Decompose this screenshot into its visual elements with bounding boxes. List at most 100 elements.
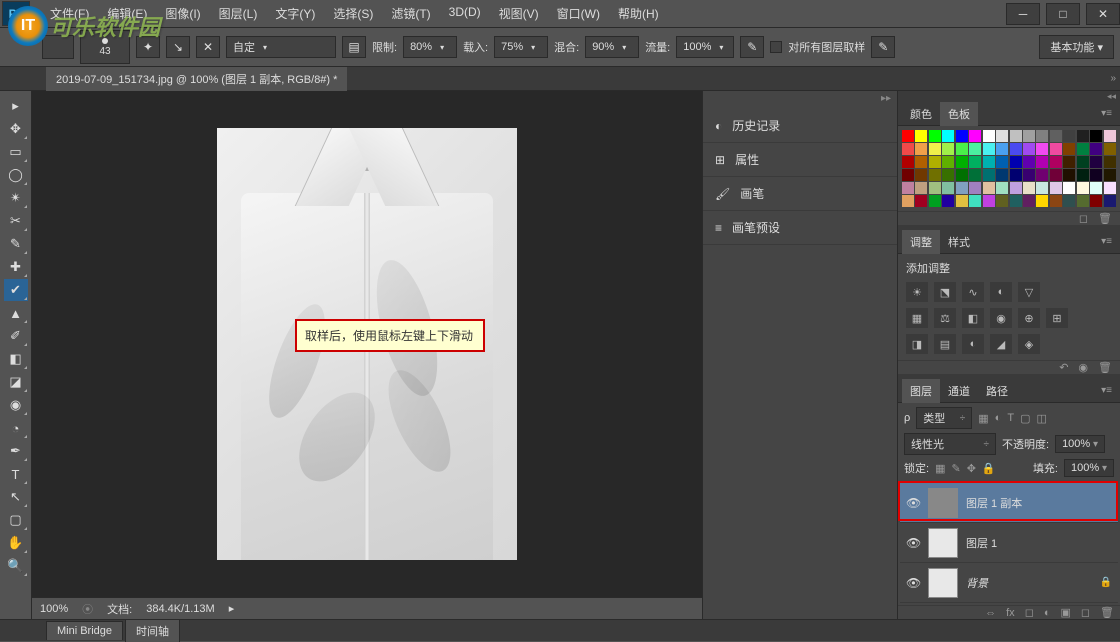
channels-tab[interactable]: 通道	[940, 379, 978, 403]
swatch-color[interactable]	[915, 195, 927, 207]
swatch-color[interactable]	[929, 182, 941, 194]
swatch-color[interactable]	[996, 169, 1008, 181]
swatch-color[interactable]	[942, 169, 954, 181]
swatch-color[interactable]	[1050, 182, 1062, 194]
adj-back-icon[interactable]: ↶	[1059, 361, 1068, 374]
eyedropper-tool[interactable]: ✎	[4, 233, 28, 255]
fx-icon[interactable]: fx	[1006, 607, 1015, 619]
menu-select[interactable]: 选择(S)	[325, 1, 381, 26]
blur-tool[interactable]: ◉	[4, 394, 28, 416]
stamp-tool[interactable]: ▲	[4, 302, 28, 324]
close-button[interactable]: ✕	[1086, 3, 1120, 25]
heal-tool[interactable]: ✚	[4, 256, 28, 278]
wand-tool[interactable]: ✴	[4, 187, 28, 209]
swatch-color[interactable]	[1023, 156, 1035, 168]
swatch-color[interactable]	[929, 195, 941, 207]
swatch-color[interactable]	[902, 156, 914, 168]
load-brush-button[interactable]: ↘	[166, 36, 190, 58]
swatches-menu-icon[interactable]: ▾≡	[1097, 106, 1116, 121]
swatch-color[interactable]	[996, 182, 1008, 194]
swatch-color[interactable]	[969, 143, 981, 155]
swatch-color[interactable]	[1104, 130, 1116, 142]
swatch-color[interactable]	[969, 182, 981, 194]
adj-vibrance-icon[interactable]: ▽	[1018, 282, 1040, 302]
lock-trans-icon[interactable]: ▦	[935, 462, 945, 475]
swatch-color[interactable]	[983, 169, 995, 181]
lock-all-icon[interactable]: 🔒	[982, 462, 996, 475]
swatch-color[interactable]	[983, 182, 995, 194]
crop-tool[interactable]: ✂	[4, 210, 28, 232]
swatch-color[interactable]	[996, 143, 1008, 155]
swatch-color[interactable]	[969, 195, 981, 207]
swatch-color[interactable]	[942, 143, 954, 155]
swatch-color[interactable]	[1010, 130, 1022, 142]
layer-thumbnail[interactable]	[928, 488, 958, 518]
adjust-tab[interactable]: 调整	[902, 230, 940, 254]
visibility-icon[interactable]: 👁	[906, 496, 920, 510]
swatch-color[interactable]	[1077, 182, 1089, 194]
adj-levels-icon[interactable]: ⬔	[934, 282, 956, 302]
color-tab[interactable]: 颜色	[902, 102, 940, 126]
adj-hue-icon[interactable]: ▦	[906, 308, 928, 328]
status-menu-icon[interactable]: ▸	[229, 602, 235, 615]
lock-pixel-icon[interactable]: ✎	[951, 462, 960, 475]
swatch-color[interactable]	[1050, 143, 1062, 155]
swatch-color[interactable]	[1036, 195, 1048, 207]
swatch-color[interactable]	[1023, 130, 1035, 142]
opacity-dropdown[interactable]: 100%	[1055, 435, 1105, 453]
visibility-icon[interactable]: 👁	[906, 576, 920, 590]
fill-adj-icon[interactable]: ◐	[1044, 607, 1051, 619]
adj-curves-icon[interactable]: ∿	[962, 282, 984, 302]
text-tool[interactable]: T	[4, 463, 28, 485]
swatch-color[interactable]	[1036, 143, 1048, 155]
swatch-color[interactable]	[929, 143, 941, 155]
path-tool[interactable]: ↖	[4, 486, 28, 508]
swatch-color[interactable]	[956, 130, 968, 142]
swatch-color[interactable]	[942, 182, 954, 194]
zoom-tool[interactable]: 🔍	[4, 555, 28, 577]
swatch-color[interactable]	[942, 156, 954, 168]
swatch-color[interactable]	[1010, 156, 1022, 168]
swatch-color[interactable]	[1090, 130, 1102, 142]
swatch-color[interactable]	[1090, 143, 1102, 155]
swatch-color[interactable]	[1104, 143, 1116, 155]
swatch-color[interactable]	[956, 169, 968, 181]
adj-clip-icon[interactable]: ◉	[1078, 361, 1088, 374]
swatch-color[interactable]	[956, 182, 968, 194]
swatch-color[interactable]	[1104, 195, 1116, 207]
swatch-color[interactable]	[929, 156, 941, 168]
adj-lookup-icon[interactable]: ⊞	[1046, 308, 1068, 328]
layer-thumbnail[interactable]	[928, 568, 958, 598]
mini-bridge-tab[interactable]: Mini Bridge	[46, 621, 123, 640]
swatch-color[interactable]	[1023, 143, 1035, 155]
adj-threshold-icon[interactable]: ◐	[962, 334, 984, 354]
filter-adjust-icon[interactable]: ◐	[995, 412, 1002, 425]
swatch-color[interactable]	[902, 182, 914, 194]
paths-tab[interactable]: 路径	[978, 379, 1016, 403]
swatch-color[interactable]	[915, 156, 927, 168]
swatch-color[interactable]	[1023, 195, 1035, 207]
airbrush-button[interactable]: ✎	[740, 36, 764, 58]
minimize-button[interactable]: ─	[1006, 3, 1040, 25]
maximize-button[interactable]: □	[1046, 3, 1080, 25]
wet-toggle[interactable]: ▤	[342, 36, 366, 58]
swatch-color[interactable]	[1063, 195, 1075, 207]
swatch-color[interactable]	[1036, 169, 1048, 181]
swatch-color[interactable]	[969, 169, 981, 181]
menu-3d[interactable]: 3D(D)	[441, 1, 489, 26]
menu-filter[interactable]: 滤镜(T)	[383, 1, 438, 26]
swatch-color[interactable]	[1063, 169, 1075, 181]
swatch-color[interactable]	[996, 130, 1008, 142]
swatch-color[interactable]	[1036, 156, 1048, 168]
filter-text-icon[interactable]: T	[1007, 412, 1014, 425]
swatch-color[interactable]	[983, 130, 995, 142]
menu-layer[interactable]: 图层(L)	[211, 1, 266, 26]
document-tab[interactable]: 2019-07-09_151734.jpg @ 100% (图层 1 副本, R…	[46, 66, 347, 91]
sample-all-checkbox[interactable]	[770, 41, 782, 53]
swatch-color[interactable]	[956, 195, 968, 207]
gradient-tool[interactable]: ◪	[4, 371, 28, 393]
brush-presets-panel-button[interactable]: ≡ 画笔预设	[703, 211, 897, 245]
eraser-tool[interactable]: ◧	[4, 348, 28, 370]
swatch-color[interactable]	[1063, 182, 1075, 194]
layer-thumbnail[interactable]	[928, 528, 958, 558]
